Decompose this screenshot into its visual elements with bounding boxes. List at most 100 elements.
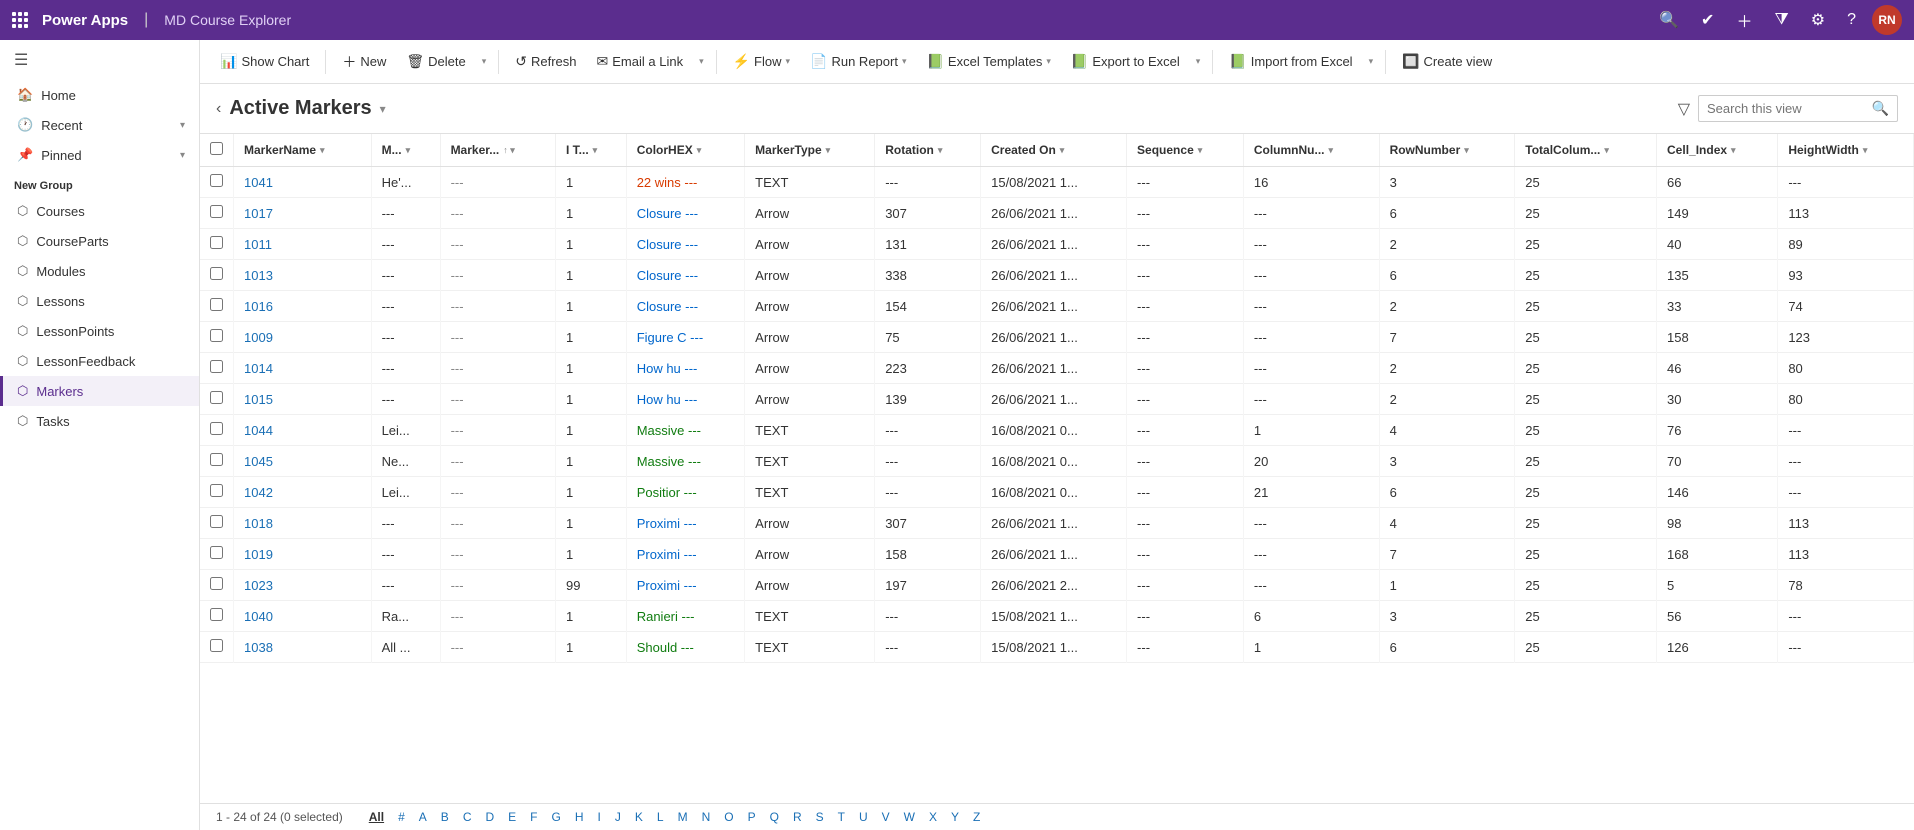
select-all-col[interactable] bbox=[200, 134, 234, 167]
alpha-link-w[interactable]: W bbox=[898, 808, 921, 826]
sidebar-item-lessonfeedback[interactable]: ⬡ LessonFeedback bbox=[0, 346, 199, 376]
sidebar-item-courses[interactable]: ⬡ Courses bbox=[0, 196, 199, 226]
row-markername[interactable]: 1044 bbox=[234, 415, 372, 446]
hamburger-icon[interactable]: ☰ bbox=[0, 40, 199, 80]
sidebar-item-lessonpoints[interactable]: ⬡ LessonPoints bbox=[0, 316, 199, 346]
run-report-button[interactable]: 📄 Run Report ▾ bbox=[802, 48, 914, 75]
col-it[interactable]: I T...▾ bbox=[556, 134, 627, 167]
alpha-link-s[interactable]: S bbox=[810, 808, 830, 826]
row-markername[interactable]: 1041 bbox=[234, 167, 372, 198]
alpha-link-d[interactable]: D bbox=[479, 808, 500, 826]
filter-button[interactable]: ▽ bbox=[1678, 99, 1690, 119]
row-markername[interactable]: 1038 bbox=[234, 632, 372, 663]
alpha-link-all[interactable]: All bbox=[363, 808, 390, 826]
row-check[interactable] bbox=[200, 446, 234, 477]
sidebar-item-home[interactable]: 🏠 Home bbox=[0, 80, 199, 110]
row-color[interactable]: Massive --- bbox=[626, 415, 744, 446]
col-marker[interactable]: Marker...↑ ▾ bbox=[440, 134, 555, 167]
delete-button[interactable]: 🗑 Delete bbox=[398, 48, 473, 75]
row-check[interactable] bbox=[200, 353, 234, 384]
alpha-link-t[interactable]: T bbox=[832, 808, 851, 826]
sidebar-item-lessons[interactable]: ⬡ Lessons bbox=[0, 286, 199, 316]
excel-templates-button[interactable]: 📗 Excel Templates ▾ bbox=[918, 48, 1058, 75]
sidebar-item-modules[interactable]: ⬡ Modules bbox=[0, 256, 199, 286]
row-markername[interactable]: 1009 bbox=[234, 322, 372, 353]
refresh-button[interactable]: ↺ Refresh bbox=[507, 48, 584, 75]
alpha-link-z[interactable]: Z bbox=[967, 808, 986, 826]
col-columnnum[interactable]: ColumnNu...▾ bbox=[1243, 134, 1379, 167]
show-chart-button[interactable]: 📊 Show Chart bbox=[212, 48, 317, 75]
waffle-icon[interactable] bbox=[12, 12, 28, 28]
search-input[interactable] bbox=[1707, 101, 1866, 116]
row-check[interactable] bbox=[200, 260, 234, 291]
col-totalcol[interactable]: TotalColum...▾ bbox=[1515, 134, 1657, 167]
new-button[interactable]: ＋ New bbox=[334, 47, 394, 77]
row-markername[interactable]: 1014 bbox=[234, 353, 372, 384]
col-colorhex[interactable]: ColorHEX▾ bbox=[626, 134, 744, 167]
alpha-link-h[interactable]: H bbox=[569, 808, 590, 826]
import-excel-button[interactable]: 📗 Import from Excel bbox=[1221, 48, 1360, 75]
alpha-link-o[interactable]: O bbox=[718, 808, 739, 826]
row-color[interactable]: How hu --- bbox=[626, 353, 744, 384]
settings-btn[interactable]: ⚙ bbox=[1805, 6, 1831, 34]
row-markername[interactable]: 1011 bbox=[234, 229, 372, 260]
row-color[interactable]: 22 wins --- bbox=[626, 167, 744, 198]
alpha-link-g[interactable]: G bbox=[546, 808, 567, 826]
row-check[interactable] bbox=[200, 198, 234, 229]
alpha-link-c[interactable]: C bbox=[457, 808, 478, 826]
row-color[interactable]: Closure --- bbox=[626, 291, 744, 322]
row-check[interactable] bbox=[200, 632, 234, 663]
row-markername[interactable]: 1016 bbox=[234, 291, 372, 322]
row-check[interactable] bbox=[200, 508, 234, 539]
delete-dropdown-btn[interactable]: ▾ bbox=[478, 56, 491, 67]
alpha-link-f[interactable]: F bbox=[524, 808, 543, 826]
row-markername[interactable]: 1040 bbox=[234, 601, 372, 632]
alpha-link-l[interactable]: L bbox=[651, 808, 670, 826]
row-color[interactable]: Ranieri --- bbox=[626, 601, 744, 632]
row-check[interactable] bbox=[200, 477, 234, 508]
row-color[interactable]: Figure C --- bbox=[626, 322, 744, 353]
alpha-link-p[interactable]: P bbox=[742, 808, 762, 826]
row-color[interactable]: Proximi --- bbox=[626, 508, 744, 539]
col-cellindex[interactable]: Cell_Index▾ bbox=[1657, 134, 1778, 167]
select-all-checkbox[interactable] bbox=[210, 142, 223, 155]
row-color[interactable]: Closure --- bbox=[626, 198, 744, 229]
email-link-button[interactable]: ✉ Email a Link bbox=[589, 48, 692, 75]
row-check[interactable] bbox=[200, 291, 234, 322]
row-check[interactable] bbox=[200, 322, 234, 353]
alpha-link-r[interactable]: R bbox=[787, 808, 808, 826]
import-dropdown-btn[interactable]: ▾ bbox=[1365, 56, 1378, 67]
row-markername[interactable]: 1018 bbox=[234, 508, 372, 539]
row-markername[interactable]: 1023 bbox=[234, 570, 372, 601]
row-check[interactable] bbox=[200, 384, 234, 415]
add-btn[interactable]: ＋ bbox=[1730, 4, 1758, 36]
alpha-link-k[interactable]: K bbox=[629, 808, 649, 826]
row-color[interactable]: Closure --- bbox=[626, 229, 744, 260]
sidebar-item-recent[interactable]: 🕐 Recent ▾ bbox=[0, 110, 199, 140]
col-sequence[interactable]: Sequence▾ bbox=[1127, 134, 1244, 167]
row-color[interactable]: Massive --- bbox=[626, 446, 744, 477]
alpha-link-q[interactable]: Q bbox=[764, 808, 785, 826]
search-icon[interactable]: 🔍 bbox=[1872, 100, 1889, 117]
row-color[interactable]: Proximi --- bbox=[626, 570, 744, 601]
row-color[interactable]: Closure --- bbox=[626, 260, 744, 291]
alpha-link-u[interactable]: U bbox=[853, 808, 874, 826]
row-color[interactable]: How hu --- bbox=[626, 384, 744, 415]
help-btn[interactable]: ? bbox=[1841, 7, 1862, 33]
export-excel-button[interactable]: 📗 Export to Excel bbox=[1063, 48, 1188, 75]
check-circle-btn[interactable]: ✔ bbox=[1695, 6, 1720, 34]
row-color[interactable]: Positior --- bbox=[626, 477, 744, 508]
row-color[interactable]: Proximi --- bbox=[626, 539, 744, 570]
alpha-link-m[interactable]: M bbox=[672, 808, 694, 826]
alpha-link-n[interactable]: N bbox=[696, 808, 717, 826]
col-markername[interactable]: MarkerName▾ bbox=[234, 134, 372, 167]
flow-button[interactable]: ⚡ Flow ▾ bbox=[725, 48, 798, 75]
row-check[interactable] bbox=[200, 601, 234, 632]
alpha-link-b[interactable]: B bbox=[435, 808, 455, 826]
alpha-link-y[interactable]: Y bbox=[945, 808, 965, 826]
col-heightwidth[interactable]: HeightWidth▾ bbox=[1778, 134, 1914, 167]
alpha-link-x[interactable]: X bbox=[923, 808, 943, 826]
back-button[interactable]: ‹ bbox=[216, 100, 221, 118]
email-dropdown-btn[interactable]: ▾ bbox=[695, 56, 708, 67]
export-dropdown-btn[interactable]: ▾ bbox=[1192, 56, 1205, 67]
